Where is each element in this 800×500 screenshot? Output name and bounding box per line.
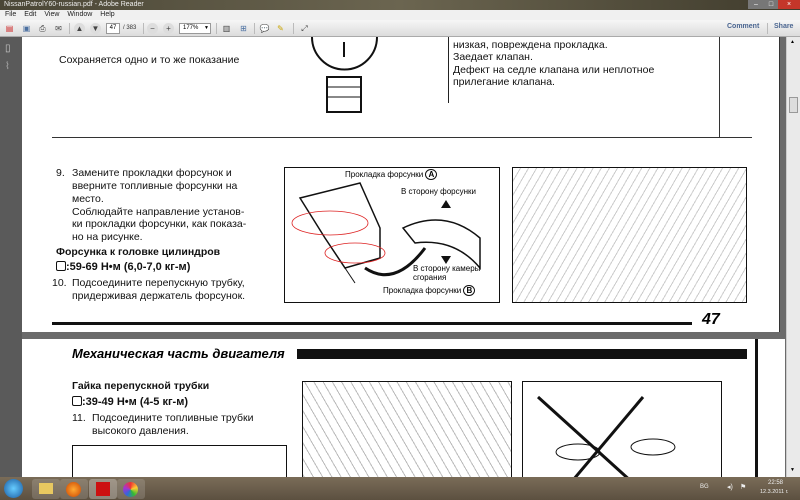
picasa-taskbar-icon[interactable]	[117, 479, 145, 499]
top-right-line-4: прилегание клапана.	[453, 76, 555, 88]
next-page-icon[interactable]: ▼	[90, 23, 101, 34]
menu-window[interactable]: Window	[67, 11, 92, 18]
navigation-panel: ▯ ⌇	[0, 37, 22, 477]
label-to-injector: В сторону форсунки	[401, 187, 476, 196]
top-right-line-1: низкая, повреждена прокладка.	[453, 39, 608, 51]
share-button[interactable]: Share	[774, 23, 793, 30]
start-button[interactable]	[4, 479, 23, 498]
attachments-icon[interactable]: ⌇	[5, 61, 10, 72]
menu-file[interactable]: File	[5, 11, 16, 18]
page-total: / 383	[123, 25, 137, 31]
fullscreen-icon[interactable]: ⤢	[299, 23, 310, 34]
label-to-chamber-2: сгорания	[413, 273, 447, 282]
label-gasket-a: Прокладка форсунки A	[345, 169, 438, 180]
chevron-down-icon: ▼	[204, 25, 209, 31]
email-icon[interactable]: ✉	[53, 23, 64, 34]
save-icon[interactable]: ▣	[21, 23, 32, 34]
engine-photo-figure	[512, 167, 747, 303]
torque-wrench-icon	[72, 396, 82, 406]
previous-page-icon[interactable]: ▲	[74, 23, 85, 34]
maximize-button[interactable]: □	[764, 0, 778, 9]
top-right-line-2: Заедает клапан.	[453, 51, 533, 63]
nut-heading: Гайка перепускной трубки	[72, 380, 210, 392]
wrench-photo-figure	[302, 381, 512, 491]
crossed-out-figure	[522, 381, 722, 494]
torque-heading: Форсунка к головке цилиндров	[56, 246, 221, 258]
menu-edit[interactable]: Edit	[24, 11, 36, 18]
vertical-scrollbar[interactable]: ▲ ▼	[786, 37, 800, 477]
clock-time[interactable]: 22:58	[768, 480, 783, 486]
volume-icon[interactable]: ◂)	[727, 483, 733, 491]
label-gasket-b: Прокладка форсунки B	[383, 285, 476, 296]
step-9-line: вверните топливные форсунки на	[72, 180, 238, 192]
step-10-line: придерживая держатель форсунок.	[72, 290, 246, 302]
torque-wrench-icon	[56, 261, 66, 271]
fit-width-icon[interactable]: ⊞	[238, 23, 249, 34]
top-left-text: Сохраняется одно и то же показание	[59, 54, 240, 66]
section-header: Механическая часть двигателя	[72, 346, 285, 361]
toolbar: ▤ ▣ ⎙ ✉ ▲ ▼ 47 / 383 − + 177% ▼ ▥ ⊞ 💬 ✎ ⤢…	[0, 20, 800, 37]
step-9-number: 9.	[56, 167, 65, 179]
clock-date[interactable]: 12.3.2011 г.	[760, 489, 788, 495]
menu-bar: File Edit View Window Help	[0, 10, 800, 20]
adobe-reader-taskbar-icon[interactable]	[89, 479, 117, 499]
torque-spec: :59-69 Н•м (6,0-7,0 кг-м)	[56, 261, 190, 274]
pdf-page-48: Механическая часть двигателя Гайка переп…	[22, 339, 785, 494]
cross-mark-icon	[536, 395, 676, 494]
print-icon[interactable]: ⎙	[37, 23, 48, 34]
torque-spec-2: :39-49 Н•м (4-5 кг-м)	[72, 396, 188, 409]
taskbar: BG ◂) ⚑ 22:58 12.3.2011 г.	[0, 477, 800, 500]
window-title: NissanPatrolY60-russian.pdf - Adobe Read…	[4, 1, 144, 8]
marker-a: A	[425, 169, 438, 180]
zoom-select[interactable]: 177% ▼	[179, 23, 211, 34]
scroll-down-icon[interactable]: ▼	[790, 467, 795, 473]
minimize-button[interactable]: –	[748, 0, 764, 9]
page-number-input[interactable]: 47	[106, 23, 120, 34]
zoom-in-icon[interactable]: +	[163, 23, 174, 34]
step-11-line: высокого давления.	[92, 425, 189, 437]
step-10-number: 10.	[52, 277, 67, 289]
highlight-icon[interactable]: ✎	[275, 23, 286, 34]
torque-value-2: :39-49 Н•м (4-5 кг-м)	[82, 396, 189, 408]
step-10-line: Подсоедините перепускную трубку,	[72, 277, 245, 289]
step-11-number: 11.	[72, 412, 86, 424]
create-pdf-icon[interactable]: ▤	[4, 23, 15, 34]
label-to-chamber-1: В сторону камеры	[413, 264, 481, 273]
menu-view[interactable]: View	[44, 11, 59, 18]
firefox-taskbar-icon[interactable]	[60, 479, 88, 499]
pdf-page-47: Сохраняется одно и то же показание низка…	[22, 37, 780, 332]
title-bar: NissanPatrolY60-russian.pdf - Adobe Read…	[0, 0, 800, 10]
menu-help[interactable]: Help	[100, 11, 114, 18]
fit-page-icon[interactable]: ▥	[221, 23, 232, 34]
scrollbar-thumb[interactable]	[789, 97, 798, 113]
step-9-line: Замените прокладки форсунок и	[72, 167, 232, 179]
torque-value: :59-69 Н•м (6,0-7,0 кг-м)	[66, 261, 191, 273]
step-9-line: ки прокладки форсунки, как показа-	[72, 218, 247, 230]
injector-gasket-figure: Прокладка форсунки A В сторону форсунки …	[284, 167, 500, 303]
zoom-out-icon[interactable]: −	[147, 23, 158, 34]
action-center-flag-icon[interactable]: ⚑	[740, 483, 746, 491]
gauge-illustration	[311, 37, 378, 113]
language-indicator[interactable]: BG	[700, 484, 709, 490]
sticky-note-icon[interactable]: 💬	[259, 23, 270, 34]
page-number: 47	[702, 311, 720, 328]
step-9-line: но на рисунке.	[72, 231, 143, 243]
explorer-taskbar-icon[interactable]	[32, 479, 60, 499]
marker-b: B	[463, 285, 476, 296]
comment-button[interactable]: Comment	[727, 23, 759, 30]
step-9-line: Соблюдайте направление установ-	[72, 206, 245, 218]
top-right-line-3: Дефект на седле клапана или неплотное	[453, 64, 655, 76]
step-11-line: Подсоедините топливные трубки	[92, 412, 254, 424]
zoom-value: 177%	[183, 25, 199, 31]
pages-icon[interactable]: ▯	[5, 43, 11, 54]
step-9-line: место.	[72, 193, 104, 205]
close-button[interactable]: ×	[778, 0, 800, 9]
scroll-up-icon[interactable]: ▲	[790, 39, 795, 45]
